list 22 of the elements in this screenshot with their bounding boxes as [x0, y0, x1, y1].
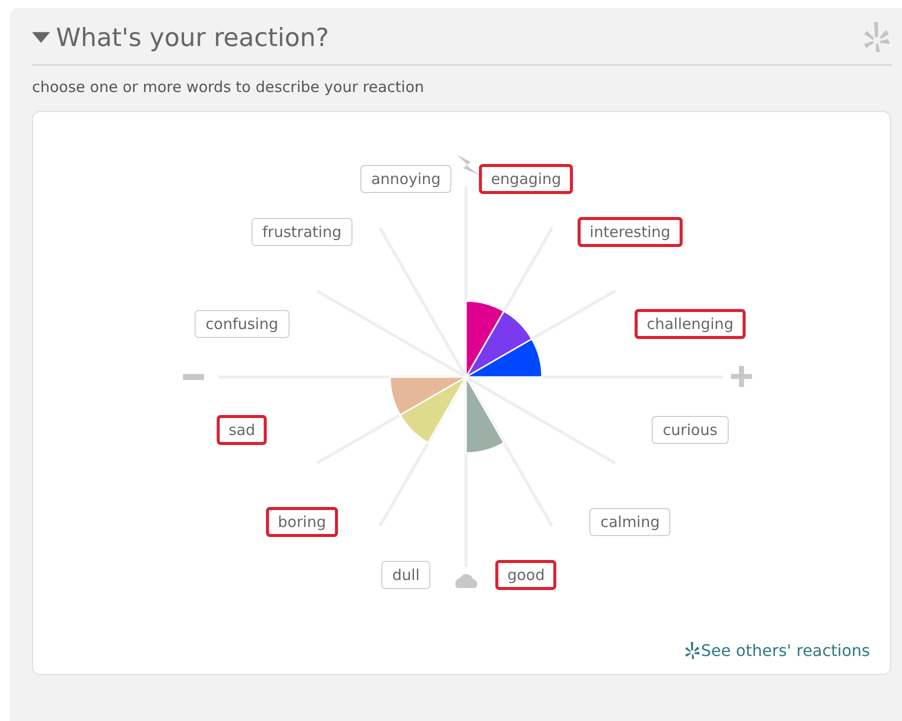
word-tag[interactable]: interesting: [578, 217, 682, 248]
burst-icon: [864, 22, 890, 52]
plus-icon: [731, 366, 752, 387]
word-tag[interactable]: confusing: [194, 310, 290, 338]
instruction-text: choose one or more words to describe your reaction: [32, 78, 426, 96]
word-tag[interactable]: engaging: [478, 164, 574, 194]
word-tag[interactable]: calming: [589, 508, 671, 536]
lightning-icon: [457, 155, 479, 175]
word-tag[interactable]: boring: [266, 506, 338, 537]
caret-icon[interactable]: [32, 32, 50, 42]
word-tag[interactable]: frustrating: [251, 218, 352, 246]
word-tag[interactable]: annoying: [360, 164, 452, 193]
word-tag[interactable]: sad: [216, 415, 268, 446]
word-tag[interactable]: dull: [381, 561, 431, 589]
cloud-icon: [455, 574, 478, 588]
panel-title: What's your reaction?: [56, 22, 330, 52]
word-tag[interactable]: good: [495, 560, 557, 590]
see-others-link[interactable]: See others' reactions: [684, 641, 870, 660]
minus-icon: [183, 374, 204, 380]
word-tag[interactable]: curious: [652, 416, 728, 444]
word-tag[interactable]: challenging: [634, 308, 746, 339]
burst-icon: [684, 642, 700, 659]
